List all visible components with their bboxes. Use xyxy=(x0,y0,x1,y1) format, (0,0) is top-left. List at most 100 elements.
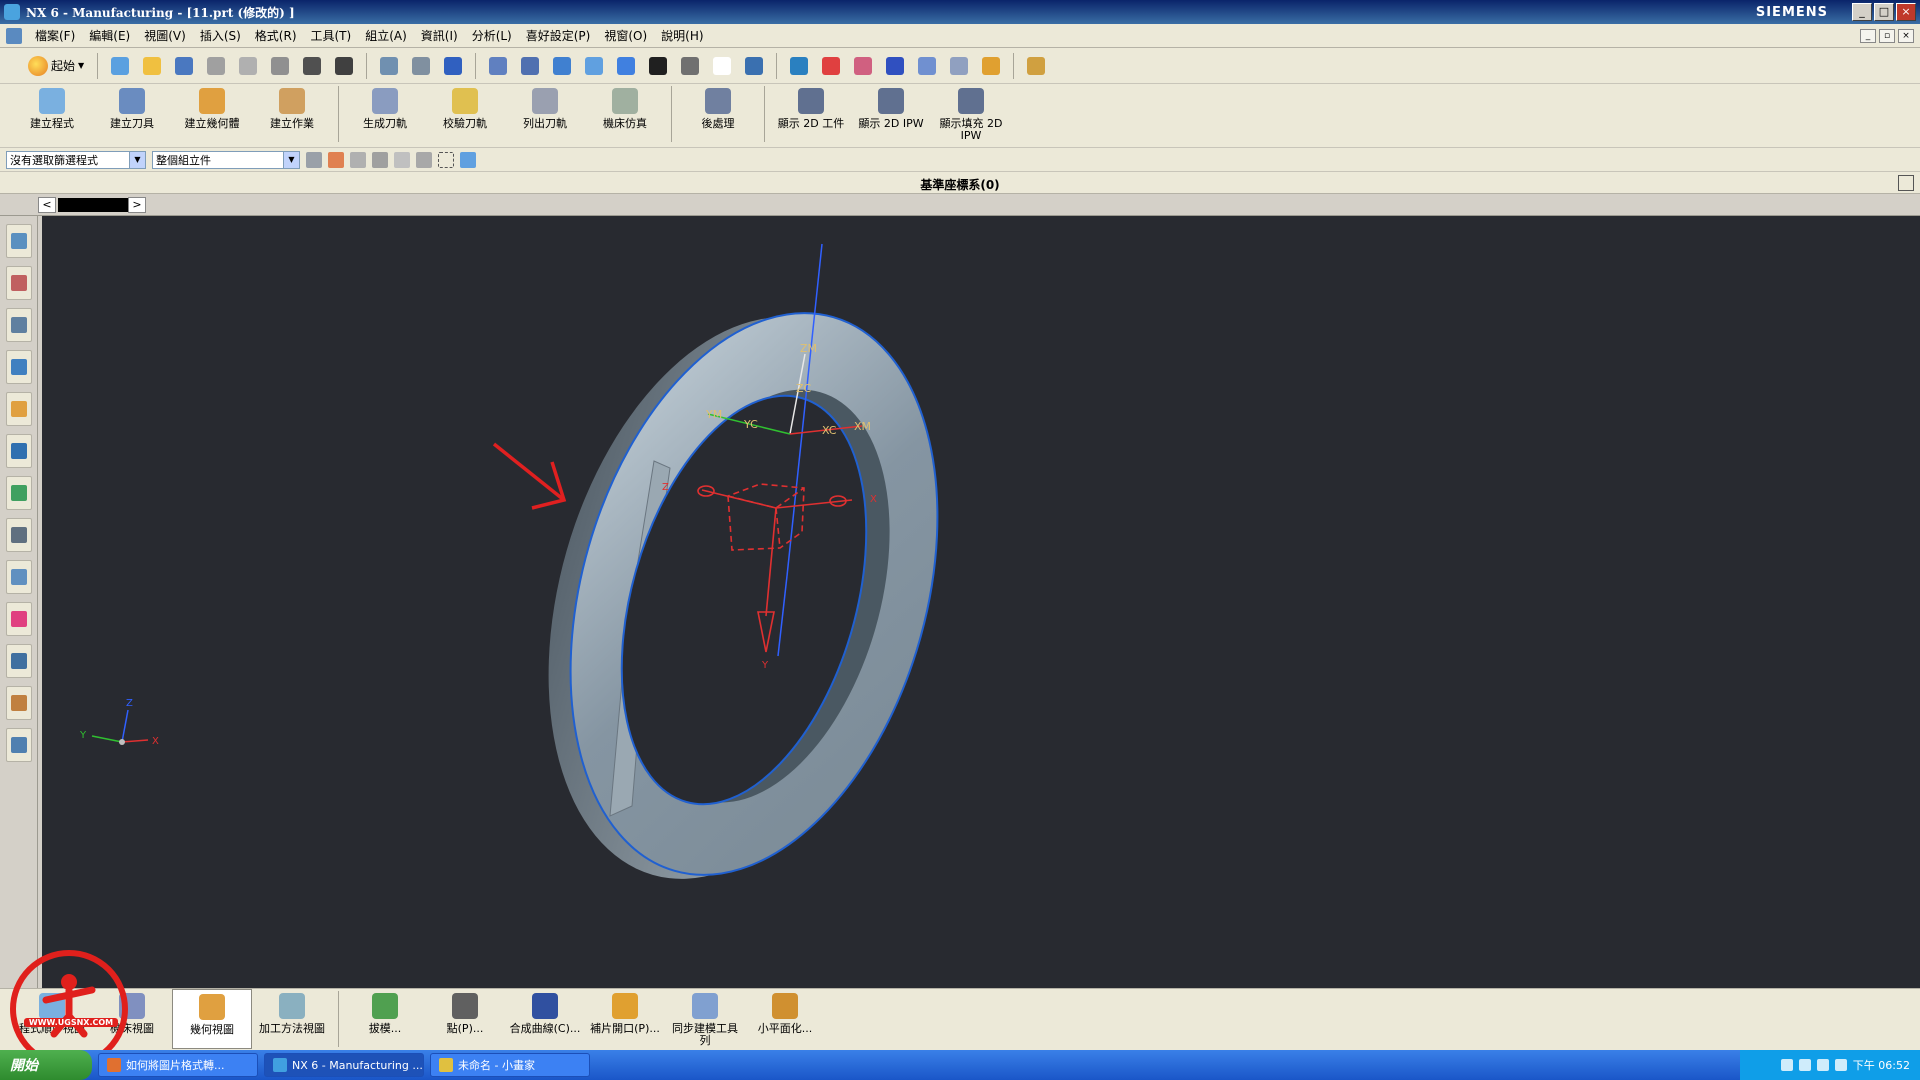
system-materials-tab[interactable] xyxy=(6,560,32,594)
snap-button[interactable] xyxy=(818,53,844,79)
machining-method-view-button[interactable]: 加工方法視圖 xyxy=(252,989,332,1049)
shading-button[interactable] xyxy=(677,53,703,79)
menu-item[interactable]: 工具(T) xyxy=(304,27,359,44)
snap-point-icon[interactable] xyxy=(328,151,344,168)
ring-part[interactable] xyxy=(487,270,998,923)
menu-item[interactable]: 組立(A) xyxy=(358,27,414,44)
synchronous-modeling-button[interactable]: 同步建模工具 列 xyxy=(665,989,745,1049)
geometry-view-button[interactable]: 幾何視圖 xyxy=(172,989,252,1049)
general-selection-icon[interactable] xyxy=(306,151,322,168)
zoom-button[interactable] xyxy=(517,53,543,79)
part-navigator-tab[interactable] xyxy=(6,308,32,342)
menu-item[interactable]: 格式(R) xyxy=(248,27,304,44)
scroll-left-button[interactable]: < xyxy=(38,197,56,213)
layer-button[interactable] xyxy=(741,53,767,79)
menu-item[interactable]: 資訊(I) xyxy=(414,27,465,44)
history-tab[interactable] xyxy=(6,518,32,552)
generate-toolpath-button[interactable]: 生成刀軌 xyxy=(345,84,425,144)
draft-button[interactable]: 拔模... xyxy=(345,989,425,1049)
process-studio-tab[interactable] xyxy=(6,644,32,678)
zoom-window-button[interactable] xyxy=(485,53,511,79)
web-browser-tab[interactable] xyxy=(6,476,32,510)
menu-item[interactable]: 插入(S) xyxy=(193,27,248,44)
taskbar-task[interactable]: NX 6 - Manufacturing ... xyxy=(264,1053,424,1077)
work-layer-button[interactable] xyxy=(786,53,812,79)
machine-simulation-button[interactable]: 機床仿真 xyxy=(585,84,665,144)
selection-button[interactable] xyxy=(376,53,402,79)
fit-button[interactable] xyxy=(440,53,466,79)
rectangle-select-icon[interactable] xyxy=(438,151,454,168)
menu-item[interactable]: 編輯(E) xyxy=(82,27,137,44)
selection-scope-select[interactable]: 整個組立件 ▼ xyxy=(152,150,300,169)
menu-item[interactable]: 檔案(F) xyxy=(28,27,82,44)
start-button[interactable]: 起始 ▼ xyxy=(24,53,88,79)
undo-selection-icon[interactable] xyxy=(350,151,366,168)
show-filled-2d-ipw-button[interactable]: 顯示填充 2D IPW xyxy=(931,84,1011,144)
render-style-button[interactable] xyxy=(645,53,671,79)
measure-button[interactable] xyxy=(978,53,1004,79)
constraint-navigator-tab[interactable] xyxy=(6,266,32,300)
display-button[interactable] xyxy=(613,53,639,79)
maximize-button[interactable]: □ xyxy=(1874,3,1894,21)
reuse-library-tab[interactable] xyxy=(6,392,32,426)
analysis-button[interactable] xyxy=(946,53,972,79)
menu-item[interactable]: 喜好設定(P) xyxy=(519,27,598,44)
volume-icon[interactable] xyxy=(1834,1059,1847,1071)
scroll-thumb[interactable] xyxy=(58,198,132,212)
paste-button[interactable] xyxy=(267,53,293,79)
doc-close-button[interactable]: × xyxy=(1898,28,1914,43)
minimize-button[interactable]: _ xyxy=(1852,3,1872,21)
point-button[interactable]: 點(P)... xyxy=(425,989,505,1049)
copy-button[interactable] xyxy=(235,53,261,79)
show-2d-workpiece-button[interactable]: 顯示 2D 工件 xyxy=(771,84,851,144)
show-2d-ipw-button[interactable]: 顯示 2D IPW xyxy=(851,84,931,144)
background-button[interactable] xyxy=(709,53,735,79)
curve-button[interactable] xyxy=(882,53,908,79)
doc-minimize-button[interactable]: _ xyxy=(1860,28,1876,43)
feature-button[interactable] xyxy=(914,53,940,79)
network-icon[interactable] xyxy=(1816,1059,1829,1071)
help-icon[interactable] xyxy=(1798,1059,1811,1071)
type-filter-select[interactable]: 沒有選取篩選程式 ▼ xyxy=(6,150,146,169)
menu-item[interactable]: 分析(L) xyxy=(465,27,519,44)
point-button[interactable] xyxy=(850,53,876,79)
menu-item[interactable]: 視窗(O) xyxy=(597,27,654,44)
list-toolpath-button[interactable]: 列出刀軌 xyxy=(505,84,585,144)
delete-button[interactable] xyxy=(299,53,325,79)
menu-item[interactable]: 視圖(V) xyxy=(137,27,193,44)
document-menu-icon[interactable] xyxy=(6,27,22,44)
create-geometry-button[interactable]: 建立幾何體 xyxy=(172,84,252,144)
select-features-icon[interactable] xyxy=(460,151,476,168)
create-operation-button[interactable]: 建立作業 xyxy=(252,84,332,144)
cut-button[interactable] xyxy=(203,53,229,79)
pan-button[interactable] xyxy=(581,53,607,79)
full-screen-icon[interactable] xyxy=(1898,175,1914,191)
postprocess-button[interactable]: 後處理 xyxy=(678,84,758,144)
facet-button[interactable]: 小平面化... xyxy=(745,989,825,1049)
ruler-button[interactable] xyxy=(1023,53,1049,79)
select-faces-icon[interactable] xyxy=(372,151,388,168)
model-canvas[interactable]: ZM ZC YM YC XC XM Z X Y Z Y X xyxy=(42,216,1920,988)
menu-item[interactable]: 說明(H) xyxy=(654,27,710,44)
save-button[interactable] xyxy=(171,53,197,79)
patch-openings-button[interactable]: 補片開口(P)... xyxy=(585,989,665,1049)
create-program-button[interactable]: 建立程式 xyxy=(12,84,92,144)
palette-tab[interactable] xyxy=(6,602,32,636)
system-scenes-tab[interactable] xyxy=(6,728,32,762)
undo-button[interactable] xyxy=(331,53,357,79)
roles-tab[interactable] xyxy=(6,686,32,720)
keyboard-icon[interactable] xyxy=(1780,1059,1793,1071)
rotate-button[interactable] xyxy=(549,53,575,79)
graphics-window[interactable]: ZM ZC YM YC XC XM Z X Y Z Y X xyxy=(42,216,1920,988)
start-menu-button[interactable]: 開始 xyxy=(0,1050,92,1080)
operation-navigator-tab[interactable] xyxy=(6,350,32,384)
close-button[interactable]: × xyxy=(1896,3,1916,21)
doc-restore-button[interactable]: ▫ xyxy=(1879,28,1895,43)
scroll-right-button[interactable]: > xyxy=(128,197,146,213)
taskbar-task[interactable]: 如何將圖片格式轉... xyxy=(98,1053,258,1077)
create-tool-button[interactable]: 建立刀具 xyxy=(92,84,172,144)
verify-toolpath-button[interactable]: 校驗刀軌 xyxy=(425,84,505,144)
machine-tool-tab[interactable] xyxy=(6,434,32,468)
select-bodies-icon[interactable] xyxy=(416,151,432,168)
select-edges-icon[interactable] xyxy=(394,151,410,168)
